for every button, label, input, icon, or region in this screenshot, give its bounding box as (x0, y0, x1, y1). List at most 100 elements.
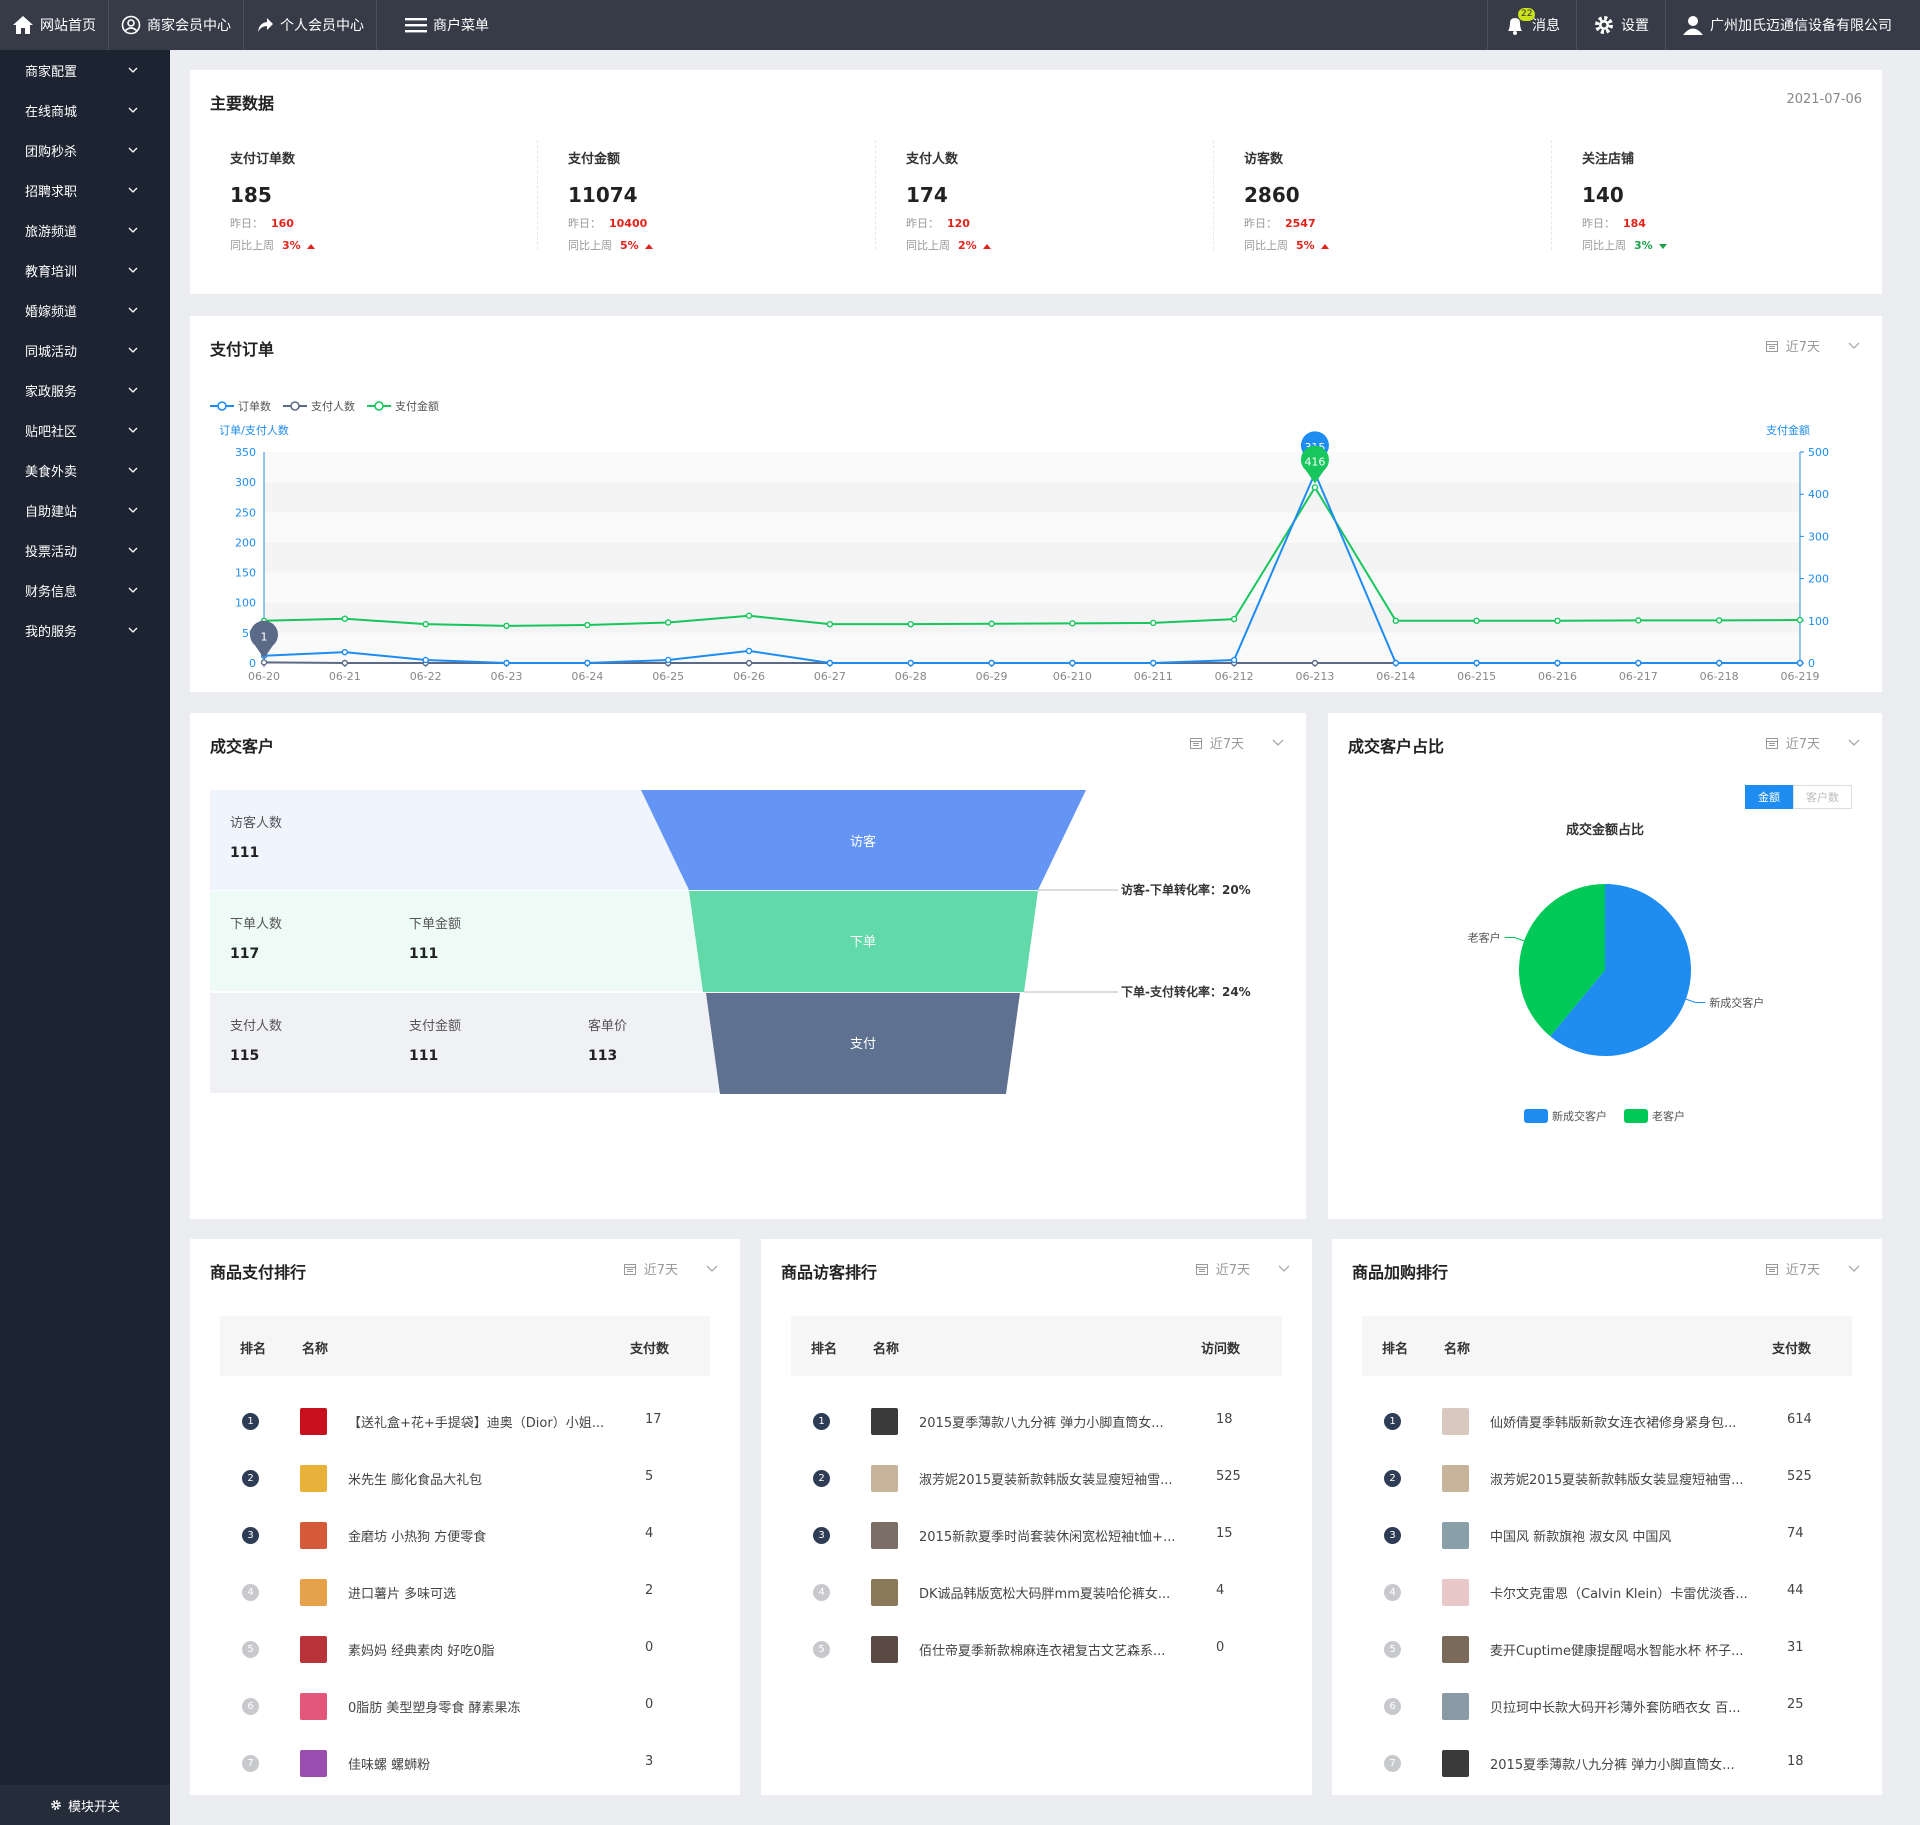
sidebar-item[interactable]: 财务信息 (0, 570, 170, 610)
x-tick-label: 06-212 (1215, 670, 1254, 683)
product-name[interactable]: 2015夏季薄款八九分裤 弹力小脚直筒女... (919, 1412, 1199, 1431)
nav-merchant-center[interactable]: 商家会员中心 (109, 0, 244, 50)
table-row[interactable]: 2 淑芳妮2015夏装新款韩版女装显瘦短袖雪... 525 (1362, 1450, 1852, 1507)
table-row[interactable]: 2 淑芳妮2015夏装新款韩版女装显瘦短袖雪... 525 (791, 1450, 1282, 1507)
period-select[interactable]: 近7天 (1765, 1259, 1860, 1278)
sidebar-item[interactable]: 家政服务 (0, 370, 170, 410)
product-thumbnail[interactable] (1442, 1522, 1469, 1549)
product-thumbnail[interactable] (300, 1693, 327, 1720)
table-row[interactable]: 3 金磨坊 小热狗 方便零食 4 (220, 1507, 710, 1564)
product-name[interactable]: 2015新款夏季时尚套装休闲宽松短袖t恤+... (919, 1526, 1199, 1545)
sidebar-item[interactable]: 婚嫁频道 (0, 290, 170, 330)
product-name[interactable]: 卡尔文克雷恩（Calvin Klein）卡雷优淡香... (1490, 1583, 1770, 1602)
product-thumbnail[interactable] (300, 1579, 327, 1606)
y-tick-label: 200 (235, 536, 256, 549)
table-row[interactable]: 5 素妈妈 经典素肉 好吃0脂 0 (220, 1621, 710, 1678)
product-thumbnail[interactable] (1442, 1408, 1469, 1435)
product-name[interactable]: 佳味螺 螺蛳粉 (348, 1754, 628, 1773)
sidebar-item[interactable]: 招聘求职 (0, 170, 170, 210)
nav-personal-center[interactable]: 个人会员中心 (244, 0, 377, 50)
product-thumbnail[interactable] (871, 1579, 898, 1606)
product-count: 74 (1787, 1526, 1804, 1541)
product-thumbnail[interactable] (300, 1522, 327, 1549)
data-point (503, 659, 510, 667)
data-point (1311, 659, 1319, 667)
product-thumbnail[interactable] (1442, 1693, 1469, 1720)
legend-label: 新成交客户 (1552, 1109, 1607, 1123)
product-name[interactable]: 佰仕帝夏季新款棉麻连衣裙复古文艺森系... (919, 1640, 1199, 1659)
sidebar-item[interactable]: 我的服务 (0, 610, 170, 650)
product-name[interactable]: 淑芳妮2015夏装新款韩版女装显瘦短袖雪... (1490, 1469, 1770, 1488)
product-name[interactable]: 麦开Cuptime健康提醒喝水智能水杯 杯子... (1490, 1640, 1770, 1659)
kpi-yesterday-value: 120 (947, 217, 970, 230)
product-thumbnail[interactable] (871, 1465, 898, 1492)
table-row[interactable]: 4 进口薯片 多味可选 2 (220, 1564, 710, 1621)
rank-pay-card: 商品支付排行 近7天 排名 名称 支付数 1 【送礼盒+花+手提袋】迪奥（Dior）小姐..… (190, 1239, 740, 1795)
product-thumbnail[interactable] (871, 1636, 898, 1663)
sidebar-item[interactable]: 美食外卖 (0, 450, 170, 490)
product-thumbnail[interactable] (1442, 1465, 1469, 1492)
sidebar-item[interactable]: 在线商城 (0, 90, 170, 130)
product-thumbnail[interactable] (300, 1408, 327, 1435)
table-row[interactable]: 1 仙娇倩夏季韩版新款女连衣裙修身紧身包... 614 (1362, 1393, 1852, 1450)
period-select[interactable]: 近7天 (623, 1259, 718, 1278)
product-thumbnail[interactable] (300, 1750, 327, 1777)
nav-home[interactable]: 网站首页 (0, 0, 109, 50)
product-thumbnail[interactable] (300, 1636, 327, 1663)
nav-account[interactable]: 广州加氏迈通信设备有限公司 (1665, 0, 1920, 50)
product-thumbnail[interactable] (871, 1522, 898, 1549)
product-name[interactable]: 进口薯片 多味可选 (348, 1583, 628, 1602)
nav-messages[interactable]: 22 消息 (1487, 0, 1576, 50)
product-name[interactable]: 贝拉珂中长款大码开衫薄外套防晒衣女 百... (1490, 1697, 1770, 1716)
table-row[interactable]: 4 DK诚品韩版宽松大码胖mm夏装哈伦裤女... 4 (791, 1564, 1282, 1621)
table-row[interactable]: 6 0脂肪 美型塑身零食 酵素果冻 0 (220, 1678, 710, 1735)
chevron-down-icon (128, 427, 138, 434)
product-name[interactable]: 【送礼盒+花+手提袋】迪奥（Dior）小姐... (348, 1412, 628, 1431)
table-row[interactable]: 6 贝拉珂中长款大码开衫薄外套防晒衣女 百... 25 (1362, 1678, 1852, 1735)
product-count: 525 (1787, 1469, 1812, 1484)
product-name[interactable]: 素妈妈 经典素肉 好吃0脂 (348, 1640, 628, 1659)
product-name[interactable]: 中国风 新款旗袍 淑女风 中国风 (1490, 1526, 1770, 1545)
product-name[interactable]: 米先生 膨化食品大礼包 (348, 1469, 628, 1488)
table-row[interactable]: 5 麦开Cuptime健康提醒喝水智能水杯 杯子... 31 (1362, 1621, 1852, 1678)
legend-label: 老客户 (1652, 1109, 1685, 1123)
sidebar-item[interactable]: 自助建站 (0, 490, 170, 530)
kpi-yesterday: 昨日： 2547 (1244, 215, 1551, 231)
product-thumbnail[interactable] (1442, 1750, 1469, 1777)
table-row[interactable]: 7 佳味螺 螺蛳粉 3 (220, 1735, 710, 1792)
trend-up-icon (1320, 243, 1329, 249)
x-tick-label: 06-218 (1700, 670, 1739, 683)
table-row[interactable]: 2 米先生 膨化食品大礼包 5 (220, 1450, 710, 1507)
data-point (1311, 484, 1319, 491)
product-thumbnail[interactable] (1442, 1579, 1469, 1606)
product-name[interactable]: 金磨坊 小热狗 方便零食 (348, 1526, 628, 1545)
product-name[interactable]: 仙娇倩夏季韩版新款女连衣裙修身紧身包... (1490, 1412, 1770, 1431)
product-name[interactable]: DK诚品韩版宽松大码胖mm夏装哈伦裤女... (919, 1583, 1199, 1602)
table-row[interactable]: 1 【送礼盒+花+手提袋】迪奥（Dior）小姐... 17 (220, 1393, 710, 1450)
table-row[interactable]: 1 2015夏季薄款八九分裤 弹力小脚直筒女... 18 (791, 1393, 1282, 1450)
product-name[interactable]: 淑芳妮2015夏装新款韩版女装显瘦短袖雪... (919, 1469, 1199, 1488)
product-thumbnail[interactable] (871, 1408, 898, 1435)
sidebar-item[interactable]: 同城活动 (0, 330, 170, 370)
table-row[interactable]: 3 2015新款夏季时尚套装休闲宽松短袖t恤+... 15 (791, 1507, 1282, 1564)
table-row[interactable]: 3 中国风 新款旗袍 淑女风 中国风 74 (1362, 1507, 1852, 1564)
sidebar-item[interactable]: 投票活动 (0, 530, 170, 570)
nav-merchant-menu[interactable]: 商户菜单 (377, 0, 501, 50)
table-row[interactable]: 4 卡尔文克雷恩（Calvin Klein）卡雷优淡香... 44 (1362, 1564, 1852, 1621)
rank-number: 4 (242, 1584, 259, 1601)
product-name[interactable]: 0脂肪 美型塑身零食 酵素果冻 (348, 1697, 628, 1716)
sidebar-item[interactable]: 教育培训 (0, 250, 170, 290)
sidebar-item[interactable]: 团购秒杀 (0, 130, 170, 170)
product-thumbnail[interactable] (1442, 1636, 1469, 1663)
table-row[interactable]: 7 2015夏季薄款八九分裤 弹力小脚直筒女... 18 (1362, 1735, 1852, 1792)
nav-settings[interactable]: 设置 (1576, 0, 1665, 50)
grid-band (264, 512, 1800, 543)
sidebar-item[interactable]: 贴吧社区 (0, 410, 170, 450)
table-row[interactable]: 5 佰仕帝夏季新款棉麻连衣裙复古文艺森系... 0 (791, 1621, 1282, 1678)
sidebar-item[interactable]: 商家配置 (0, 50, 170, 90)
product-name[interactable]: 2015夏季薄款八九分裤 弹力小脚直筒女... (1490, 1754, 1770, 1773)
product-thumbnail[interactable] (300, 1465, 327, 1492)
period-select[interactable]: 近7天 (1195, 1259, 1290, 1278)
module-switch-button[interactable]: 模块开关 (0, 1785, 170, 1825)
sidebar-item[interactable]: 旅游频道 (0, 210, 170, 250)
